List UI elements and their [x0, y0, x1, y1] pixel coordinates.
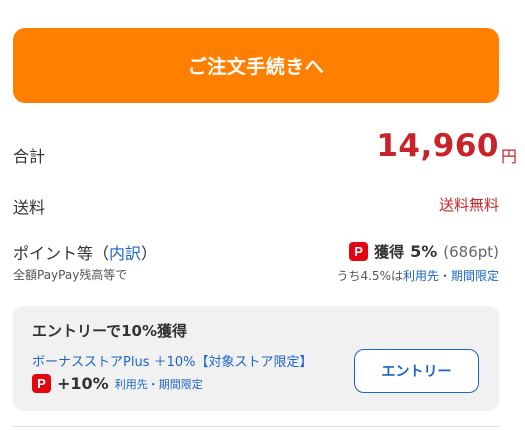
- breakdown-open: （: [93, 244, 110, 263]
- entry-button[interactable]: エントリー: [354, 349, 479, 393]
- entry-card-points: P +10% 利用先・期間限定: [32, 374, 203, 393]
- entry-card: エントリーで10%獲得 ボーナスストアPlus ＋10%【対象ストア限定】 P …: [13, 306, 499, 411]
- total-label: 合計: [13, 147, 46, 166]
- divider: [13, 426, 499, 427]
- points-note-link[interactable]: 利用先・期間限定: [403, 269, 499, 283]
- paypay-icon: P: [32, 374, 51, 393]
- earn-text: 獲得: [374, 243, 405, 261]
- entry-card-rate: +10%: [57, 374, 109, 393]
- shipping-label: 送料: [13, 198, 46, 217]
- shipping-value: 送料無料: [438, 196, 499, 214]
- earn-points: (686pt): [443, 242, 499, 261]
- total-value: 14,960: [376, 128, 499, 164]
- paypay-icon: P: [349, 242, 369, 261]
- breakdown-close: ）: [141, 244, 158, 263]
- points-label-text: ポイント等: [13, 244, 94, 263]
- bonus-store-link[interactable]: ボーナスストアPlus ＋10%【対象ストア限定】: [32, 351, 342, 370]
- points-note-prefix: うち4.5%は: [336, 269, 403, 283]
- points-sub: 全額PayPay残高等で: [13, 268, 128, 282]
- breakdown-link[interactable]: 内訳: [109, 244, 141, 263]
- entry-card-title: エントリーで10%獲得: [32, 322, 188, 340]
- earn-rate: 5%: [410, 242, 438, 261]
- points-earn: P 獲得 5% (686pt): [349, 241, 499, 262]
- checkout-button[interactable]: ご注文手続きへ: [13, 28, 499, 103]
- points-note: うち4.5%は利用先・期間限定: [336, 267, 499, 284]
- total-unit: 円: [500, 147, 517, 166]
- entry-card-note-link[interactable]: 利用先・期間限定: [115, 376, 203, 392]
- points-label: ポイント等（内訳）: [13, 240, 157, 264]
